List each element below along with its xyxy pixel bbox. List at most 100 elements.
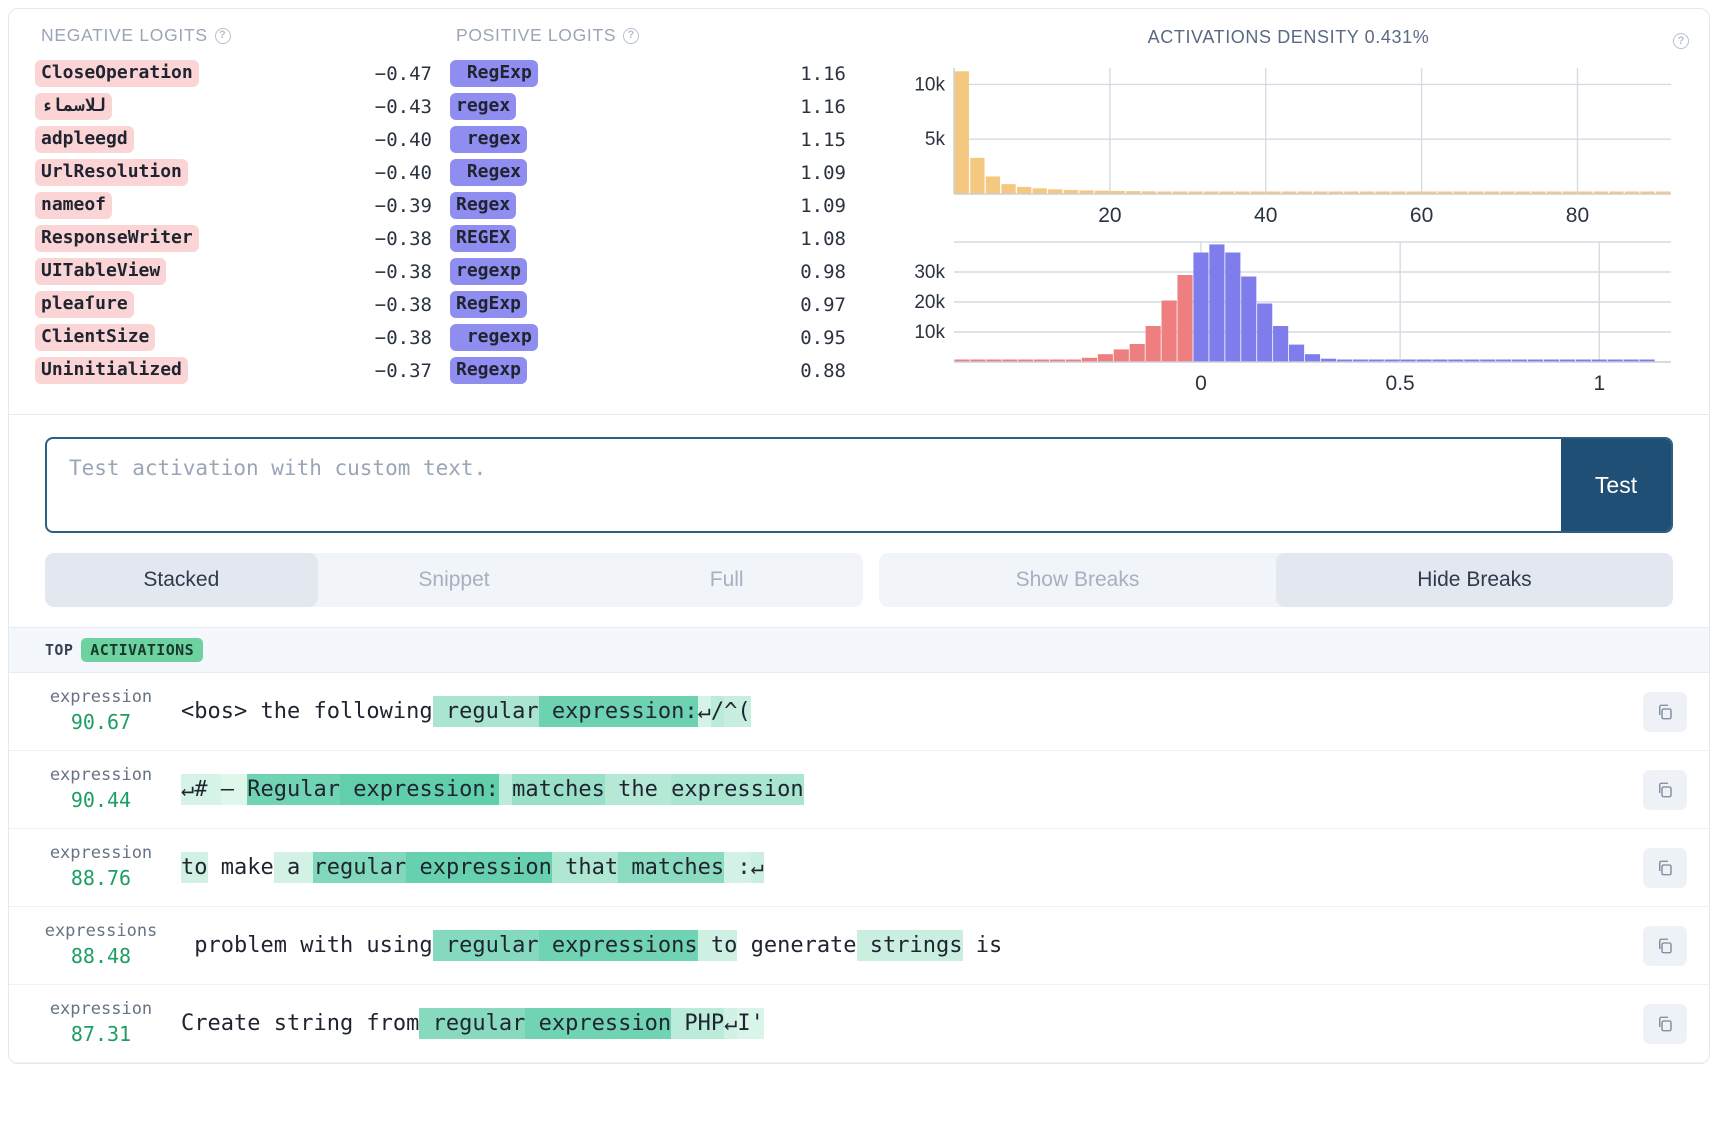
activations-density-title: ACTIVATIONS DENSITY 0.431%	[1147, 27, 1430, 47]
activation-token-span: expression:	[339, 773, 499, 806]
activation-value: 88.48	[70, 943, 132, 968]
question-circle-icon[interactable]: ?	[214, 27, 231, 44]
positive-logits-title: POSITIVE LOGITS	[456, 25, 617, 45]
activation-token-span: to	[697, 929, 738, 962]
breaks-hide-breaks[interactable]: Hide Breaks	[1276, 553, 1673, 607]
negative-logit-value: −0.38	[374, 293, 432, 316]
activations-histogram: 5k 10k 20 40 60 80	[886, 54, 1691, 234]
activation-token-span: make	[207, 854, 274, 880]
svg-text:20: 20	[1098, 204, 1121, 227]
positive-logit-value: 1.16	[800, 95, 846, 118]
negative-logits-title: NEGATIVE LOGITS	[41, 25, 208, 45]
activation-text: problem with using regular expressions t…	[171, 929, 1643, 962]
positive-logit-token: Regexp	[450, 357, 528, 384]
activation-text: ↵# – Regular expression: matches the exp…	[171, 773, 1643, 806]
negative-logit-token: pleaſure	[35, 291, 134, 318]
activation-token-span: ↵#	[181, 773, 221, 806]
test-button[interactable]: Test	[1561, 439, 1671, 531]
negative-logit-value: −0.40	[374, 128, 432, 151]
negative-logit-row: ResponseWriter −0.38	[35, 222, 450, 255]
activation-token-span: /	[710, 695, 725, 728]
activation-value: 87.31	[70, 1021, 132, 1046]
view-mode-snippet[interactable]: Snippet	[318, 553, 591, 607]
activation-token-span: Create string from	[181, 1010, 420, 1036]
logits-histogram: 10k 20k 30k 0 0.5 1	[886, 234, 1691, 404]
svg-text:10k: 10k	[914, 322, 945, 343]
view-mode-stacked[interactable]: Stacked	[45, 553, 318, 607]
positive-logit-row: Regex 1.09	[450, 156, 880, 189]
activation-token-span: expressions	[538, 929, 698, 962]
activation-token-span: generate	[737, 932, 857, 958]
positive-logit-token: regex	[450, 126, 528, 153]
svg-text:0.5: 0.5	[1386, 372, 1415, 395]
positive-logit-row: REGEX 1.08	[450, 222, 880, 255]
negative-logit-token: nameof	[35, 192, 113, 219]
view-mode-full[interactable]: Full	[590, 553, 863, 607]
negative-logit-value: −0.47	[374, 62, 432, 85]
display-toggles: Stacked Snippet Full Show Breaks Hide Break…	[9, 541, 1709, 627]
activation-meta: expressions 88.48	[31, 921, 171, 969]
test-activation-input[interactable]	[47, 439, 1561, 531]
activation-token-span: matches	[618, 851, 725, 884]
positive-logit-row: RegExp 0.97	[450, 288, 880, 321]
activation-meta: expression 90.67	[31, 687, 171, 735]
activation-row: expressions 88.48 problem with using regu…	[9, 907, 1709, 985]
negative-logit-row: ClientSize −0.38	[35, 321, 450, 354]
activation-token-span: expression	[525, 1007, 672, 1040]
positive-logit-token: regexp	[450, 324, 538, 351]
negative-logit-row: UrlResolution −0.40	[35, 156, 450, 189]
positive-logit-row: regex 1.15	[450, 123, 880, 156]
activations-list: expression 90.67 <bos> the following regul…	[9, 673, 1709, 1063]
positive-logit-token: regex	[450, 93, 517, 120]
negative-logit-token: CloseOperation	[35, 60, 199, 87]
negative-logit-token: ClientSize	[35, 324, 156, 351]
positive-logit-row: Regex 1.09	[450, 189, 880, 222]
positive-logit-token: RegExp	[450, 60, 538, 87]
positive-logit-token: Regex	[450, 159, 528, 186]
positive-logit-token: REGEX	[450, 225, 517, 252]
negative-logit-row: adpleegd −0.40	[35, 123, 450, 156]
svg-text:5k: 5k	[925, 129, 946, 150]
negative-logit-token: ResponseWriter	[35, 225, 199, 252]
activation-token-span: :	[724, 851, 751, 884]
copy-icon[interactable]	[1643, 847, 1687, 888]
activation-token-span: ↵	[750, 851, 764, 884]
negative-logits-header: NEGATIVE LOGITS ?	[35, 25, 450, 46]
activation-token-span: expression:	[538, 695, 698, 728]
positive-logit-token: Regex	[450, 192, 517, 219]
positive-logit-value: 0.97	[800, 293, 846, 316]
negative-logit-row: nameof −0.39	[35, 189, 450, 222]
activation-text: <bos> the following regular expression:↵…	[171, 695, 1643, 728]
activation-token-span: to	[181, 851, 208, 884]
question-circle-icon[interactable]: ?	[623, 27, 640, 44]
positive-logit-token: RegExp	[450, 291, 528, 318]
breaks-toggle-group: Show Breaks Hide Breaks	[879, 553, 1673, 607]
copy-icon[interactable]	[1643, 691, 1687, 732]
activations-badge: ACTIVATIONS	[81, 638, 204, 662]
negative-logit-value: −0.38	[374, 326, 432, 349]
breaks-show-breaks[interactable]: Show Breaks	[879, 553, 1276, 607]
activation-token-span: ^(	[724, 695, 751, 728]
negative-logit-value: −0.43	[374, 95, 432, 118]
activation-meta: expression 90.44	[31, 765, 171, 813]
copy-icon[interactable]	[1643, 925, 1687, 966]
activation-token-span: ↵	[697, 695, 711, 728]
negative-logit-row: pleaſure −0.38	[35, 288, 450, 321]
activation-text: Create string from regular expression PH…	[171, 1007, 1643, 1040]
positive-logit-token: regexp	[450, 258, 528, 285]
positive-logit-value: 1.15	[800, 128, 846, 151]
activations-histogram-svg: 5k 10k 20 40 60 80	[914, 68, 1671, 227]
copy-icon[interactable]	[1643, 769, 1687, 810]
negative-logit-token: Uninitialized	[35, 357, 188, 384]
question-circle-icon[interactable]: ?	[1673, 33, 1689, 49]
copy-icon[interactable]	[1643, 1003, 1687, 1044]
activation-token-span: regular	[419, 1007, 526, 1040]
negative-logit-token: UrlResolution	[35, 159, 188, 186]
negative-logit-row: UITableView −0.38	[35, 255, 450, 288]
svg-text:80: 80	[1566, 204, 1589, 227]
negative-logit-value: −0.38	[374, 227, 432, 250]
activation-token-span: that	[551, 851, 619, 884]
svg-text:20k: 20k	[914, 292, 945, 313]
positive-logit-value: 1.16	[800, 62, 846, 85]
logits-histogram-svg: 10k 20k 30k 0 0.5 1	[914, 241, 1671, 395]
